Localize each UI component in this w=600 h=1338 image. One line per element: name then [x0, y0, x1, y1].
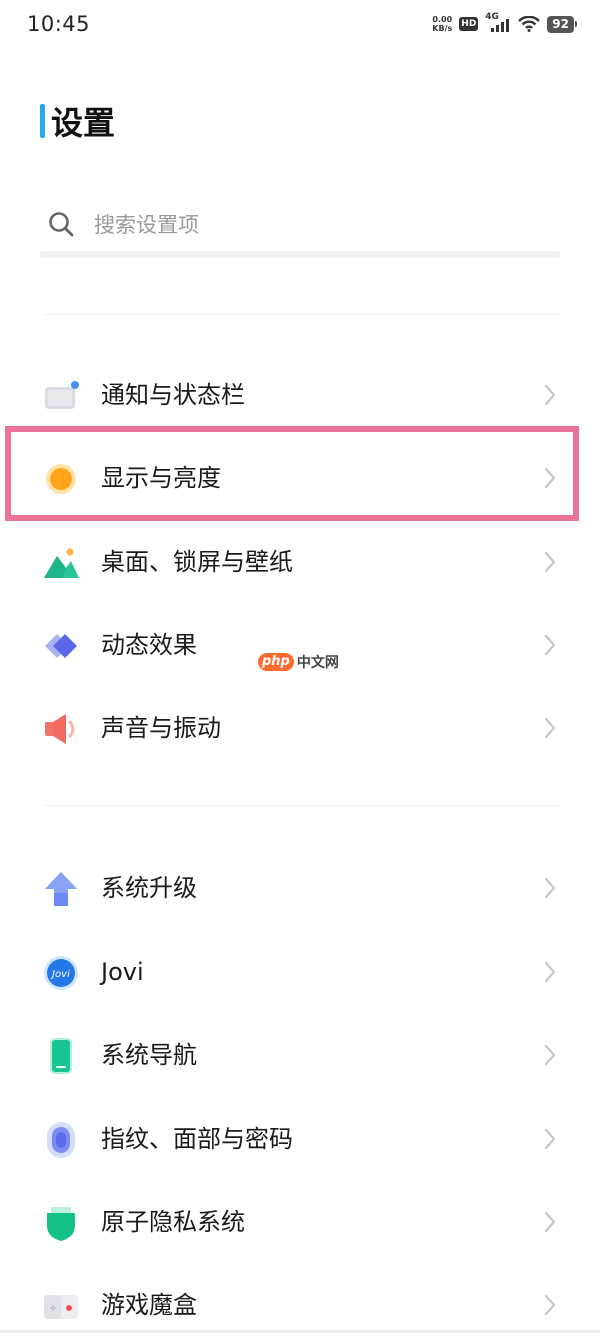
watermark-logo: php — [258, 653, 294, 671]
notification-bar-icon — [45, 381, 79, 409]
settings-item-label: 通知与状态栏 — [101, 381, 245, 409]
page-title: 设置 — [40, 98, 115, 144]
settings-item-label: 指纹、面部与密码 — [101, 1125, 293, 1153]
chevron-right-icon — [544, 1294, 556, 1316]
search-input[interactable]: 搜索设置项 — [40, 196, 560, 252]
battery-icon: 92 — [547, 15, 577, 33]
settings-item-fingerprint[interactable]: 指纹、面部与密码 — [0, 1106, 600, 1172]
settings-item-jovi[interactable]: Jovi Jovi — [0, 939, 600, 1005]
settings-item-label: 动态效果 — [101, 631, 197, 659]
system-navigation-icon — [50, 1038, 72, 1074]
settings-item-wallpaper[interactable]: 桌面、锁屏与壁纸 — [0, 529, 600, 595]
highlight-frame — [5, 426, 579, 521]
chevron-right-icon — [544, 384, 556, 406]
search-underline — [40, 251, 560, 258]
search-placeholder: 搜索设置项 — [94, 213, 199, 237]
status-bar: 10:45 0.00 KB/s HD 4G 92 — [0, 0, 600, 52]
search-icon — [49, 212, 74, 237]
network-speed: 0.00 KB/s — [432, 15, 452, 33]
status-indicators: 0.00 KB/s HD 4G 92 — [432, 12, 577, 34]
status-time: 10:45 — [27, 12, 91, 36]
watermark: php 中文网 — [258, 652, 339, 672]
divider — [44, 805, 559, 806]
settings-item-label: Jovi — [101, 958, 144, 986]
page-title-text: 设置 — [51, 104, 116, 142]
chevron-right-icon — [544, 634, 556, 656]
settings-item-notifications[interactable]: 通知与状态栏 — [0, 362, 600, 428]
motion-effects-icon — [45, 634, 77, 658]
jovi-icon: Jovi — [44, 956, 78, 990]
network-speed-unit: KB/s — [432, 24, 453, 33]
system-upgrade-icon — [45, 872, 77, 906]
wallpaper-icon — [44, 548, 79, 578]
chevron-right-icon — [544, 1128, 556, 1150]
settings-item-system-upgrade[interactable]: 系统升级 — [0, 855, 600, 921]
title-accent-bar — [40, 104, 45, 138]
watermark-text: 中文网 — [296, 655, 339, 671]
wifi-icon — [518, 16, 541, 32]
fingerprint-icon — [47, 1122, 75, 1158]
sound-icon — [45, 714, 75, 744]
settings-item-game-box[interactable]: 游戏魔盒 — [0, 1272, 600, 1338]
cellular-signal-icon: 4G — [485, 12, 511, 34]
settings-item-label: 系统导航 — [101, 1041, 197, 1069]
hd-icon: HD — [459, 17, 479, 31]
chevron-right-icon — [544, 1044, 556, 1066]
settings-item-label: 声音与振动 — [101, 714, 221, 742]
chevron-right-icon — [544, 877, 556, 899]
settings-item-privacy[interactable]: 原子隐私系统 — [0, 1189, 600, 1255]
settings-item-system-navigation[interactable]: 系统导航 — [0, 1022, 600, 1088]
chevron-right-icon — [544, 1211, 556, 1233]
chevron-right-icon — [544, 551, 556, 573]
settings-item-label: 系统升级 — [101, 874, 197, 902]
chevron-right-icon — [544, 961, 556, 983]
privacy-shield-icon — [47, 1207, 75, 1241]
settings-item-label: 桌面、锁屏与壁纸 — [101, 548, 293, 576]
settings-item-sound[interactable]: 声音与振动 — [0, 695, 600, 761]
svg-text:Jovi: Jovi — [50, 969, 70, 980]
settings-item-label: 游戏魔盒 — [101, 1291, 197, 1319]
settings-item-label: 原子隐私系统 — [101, 1208, 245, 1236]
divider — [44, 314, 559, 315]
network-speed-value: 0.00 — [432, 15, 453, 24]
game-box-icon — [44, 1295, 78, 1319]
chevron-right-icon — [544, 717, 556, 739]
